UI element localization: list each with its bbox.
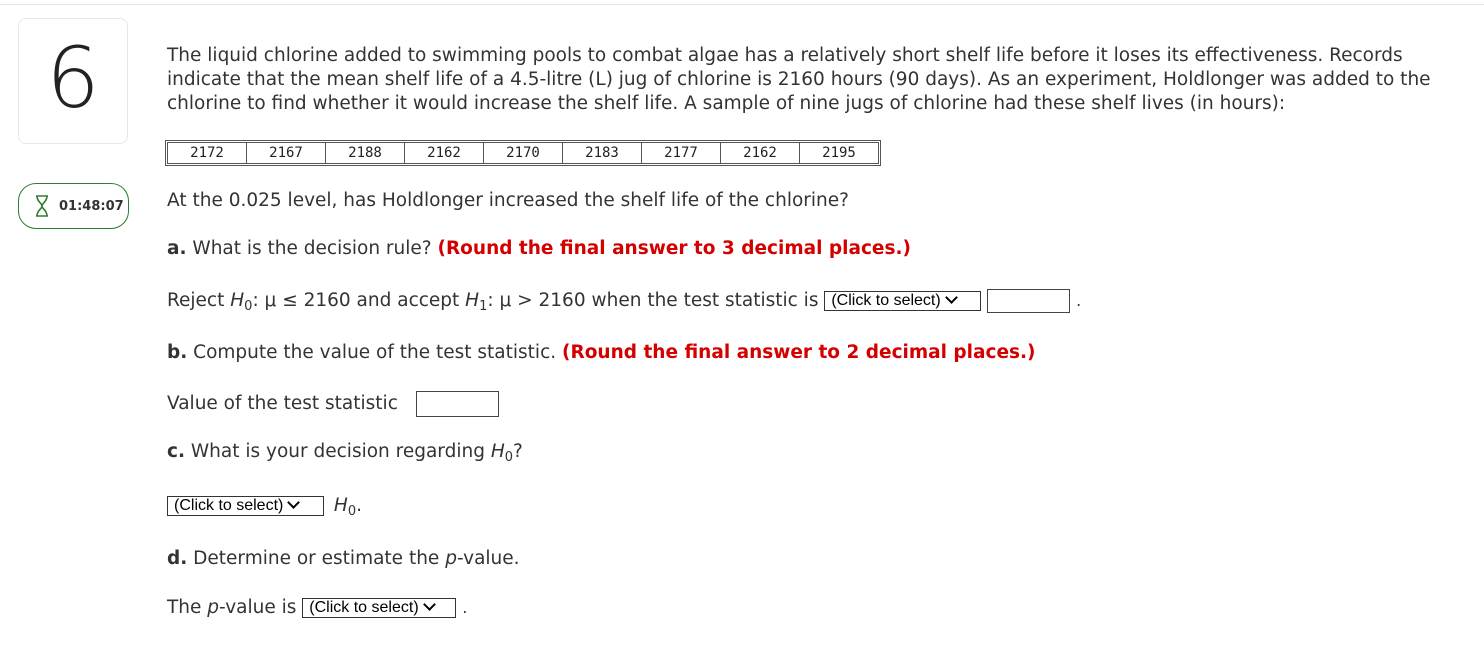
data-cell: 2170 [483, 142, 563, 164]
part-b-heading: b. Compute the value of the test statist… [167, 342, 1036, 363]
p-value-select[interactable]: (Click to select) [302, 598, 457, 618]
decision-select[interactable]: (Click to select) [167, 496, 324, 516]
question-stem: The liquid chlorine added to swimming po… [167, 45, 1431, 114]
critical-value-input[interactable] [987, 289, 1071, 313]
part-d-text: Determine or estimate the [187, 548, 446, 569]
p-value-post: -value is [219, 597, 303, 618]
timer-badge: 01:48:07 [18, 183, 129, 229]
chevron-down-icon [422, 599, 436, 611]
data-cell: 2183 [562, 142, 642, 164]
data-cell: 2188 [325, 142, 405, 164]
part-a-heading: a. What is the decision rule? (Round the… [167, 238, 911, 259]
table-row: 2172 2167 2188 2162 2170 2183 2177 2162 … [167, 142, 879, 164]
h0-symbol: H0 [333, 495, 357, 519]
data-cell: 2177 [641, 142, 721, 164]
line-end-period: . [462, 598, 468, 617]
question-number: 6 [46, 29, 100, 127]
question-prompt: At the 0.025 level, has Holdlonger incre… [167, 190, 849, 211]
h0-condition: : μ ≤ 2160 and accept [252, 290, 466, 311]
test-statistic-label: Value of the test statistic [167, 393, 398, 414]
data-cell: 2162 [720, 142, 800, 164]
data-table: 2172 2167 2188 2162 2170 2183 2177 2162 … [165, 140, 881, 166]
part-d-heading: d. Determine or estimate the p-value. [167, 548, 520, 569]
line-end-period: . [356, 495, 362, 516]
part-b-text: Compute the value of the test statistic. [187, 342, 563, 363]
test-statistic-input[interactable] [415, 391, 499, 417]
h1-symbol: H1 [465, 290, 488, 314]
timer-value: 01:48:07 [59, 198, 124, 214]
test-statistic-direction-select[interactable]: (Click to select) [824, 291, 982, 311]
top-divider [0, 4, 1484, 5]
chevron-down-icon [287, 497, 301, 509]
part-b-instruction: (Round the final answer to 2 decimal pla… [562, 342, 1036, 363]
data-cell: 2172 [167, 142, 247, 164]
decision-line: (Click to select) H0. [167, 495, 362, 519]
data-cell: 2167 [246, 142, 326, 164]
data-cell: 2195 [799, 142, 879, 164]
p-value-line: The p-value is (Click to select) . [167, 597, 467, 618]
p-symbol: p [445, 548, 457, 569]
hourglass-icon [36, 195, 48, 217]
part-d-label: d. [167, 548, 188, 569]
test-statistic-line: Value of the test statistic [167, 391, 499, 417]
part-c-heading: c. What is your decision regarding H0? [167, 441, 523, 465]
part-d-text-end: -value. [456, 548, 520, 569]
h0-symbol: H0 [230, 290, 253, 314]
part-a-instruction: (Round the final answer to 3 decimal pla… [437, 238, 911, 259]
decision-rule-line: Reject H0: μ ≤ 2160 and accept H1: μ > 2… [167, 289, 1081, 314]
h1-condition: : μ > 2160 when the test statistic is [487, 290, 825, 311]
line-end-period: . [1076, 291, 1082, 310]
part-a-text: What is the decision rule? [186, 238, 438, 259]
h0-symbol: H0 [490, 441, 514, 465]
question-mark: ? [513, 441, 523, 462]
reject-text: Reject [167, 290, 231, 311]
part-c-label: c. [167, 441, 185, 462]
p-symbol: p [207, 597, 220, 618]
part-c-text: What is your decision regarding [185, 441, 491, 462]
part-b-label: b. [167, 342, 188, 363]
p-value-pre: The [167, 597, 208, 618]
data-cell: 2162 [404, 142, 484, 164]
chevron-down-icon [944, 292, 958, 304]
part-a-label: a. [167, 238, 187, 259]
question-number-box: 6 [18, 18, 128, 144]
